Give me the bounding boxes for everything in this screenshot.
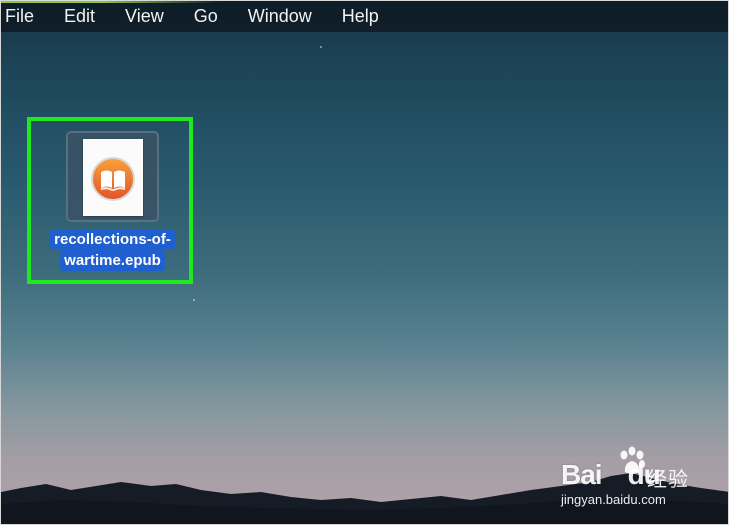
menu-go[interactable]: Go (194, 1, 218, 32)
document-page-icon (83, 139, 143, 216)
paw-icon (620, 446, 645, 474)
menu-view[interactable]: View (125, 1, 164, 32)
file-name-line1: recollections-of- (50, 229, 175, 250)
watermark-suffix: 经验 (647, 467, 689, 491)
menu-file[interactable]: File (5, 1, 34, 32)
menu-help[interactable]: Help (342, 1, 379, 32)
epub-file-icon[interactable] (66, 131, 159, 222)
star-dot (320, 46, 322, 48)
watermark-url: jingyan.baidu.com (561, 492, 666, 507)
menu-bar: File Edit View Go Window Help (1, 1, 728, 32)
file-name-label[interactable]: recollections-of- wartime.epub (41, 229, 184, 271)
menu-edit[interactable]: Edit (64, 1, 95, 32)
menu-window[interactable]: Window (248, 1, 312, 32)
desktop-screen: File Edit View Go Window Help recollecti… (0, 0, 729, 525)
watermark-logo-text: Bai (561, 459, 603, 490)
ibooks-icon (91, 157, 135, 201)
menu-bar-accent (1, 1, 728, 3)
file-name-line2: wartime.epub (60, 250, 165, 271)
baidu-watermark: Bai du 经验 jingyan.baidu.com (561, 445, 728, 515)
star-dot (193, 299, 195, 301)
